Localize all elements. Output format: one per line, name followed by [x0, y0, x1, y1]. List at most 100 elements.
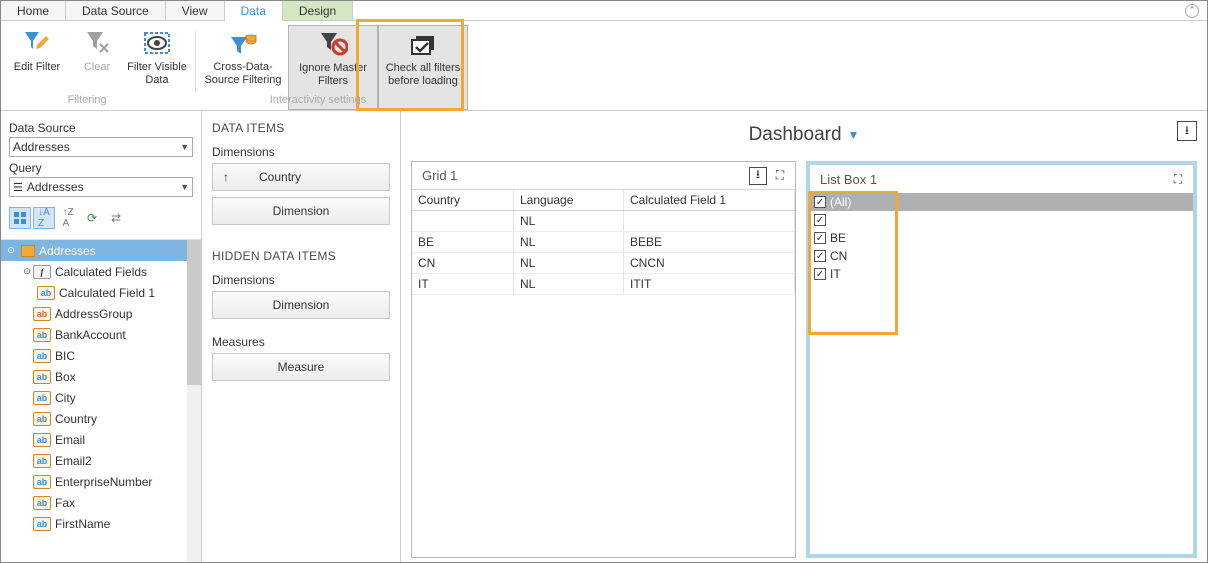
listbox-body: ✓(All) ✓ ✓ BE ✓CN ✓ IT [810, 193, 1193, 283]
tree-root-row[interactable]: ⊙ Addresses [1, 240, 201, 261]
tab-data-source[interactable]: Data Source [66, 1, 166, 20]
sort-za-button[interactable]: ↑ZA [57, 207, 79, 229]
query-select[interactable]: ☰Addresses ▼ [9, 177, 193, 197]
clear-label: Clear [84, 61, 110, 74]
hidden-data-items-heading: HIDDEN DATA ITEMS [212, 249, 390, 263]
maximize-button[interactable]: ⛶ [771, 167, 789, 185]
ab-icon: ab [33, 454, 51, 468]
cell: NL [514, 211, 624, 231]
check-all-label: Check all filters before loading [381, 62, 465, 88]
listbox-row[interactable]: ✓ BE [810, 229, 1193, 247]
tree-root-label: Addresses [39, 244, 96, 258]
ignore-master-label: Ignore Master Filters [291, 62, 375, 88]
sort-az-button[interactable]: ↓AZ [33, 207, 55, 229]
ribbon-body: Edit Filter Clear Filter Visible Data Cr… [1, 21, 1207, 111]
ab-icon: ab [33, 370, 51, 384]
grid-row[interactable]: NL [412, 211, 795, 232]
cross-ds-label: Cross-Data-Source Filtering [200, 61, 286, 87]
field-label: EnterpriseNumber [55, 475, 152, 489]
listbox-all-row[interactable]: ✓(All) [810, 193, 1193, 211]
funnel-db-icon [228, 27, 258, 59]
field-box[interactable]: ab Box [1, 366, 201, 387]
field-firstname[interactable]: abFirstName [1, 513, 201, 534]
col-language[interactable]: Language [514, 190, 624, 210]
checkbox-icon[interactable]: ✓ [814, 232, 826, 244]
listbox-item-label: IT [830, 267, 841, 281]
grid-row[interactable]: CNNLCNCN [412, 253, 795, 274]
listbox-row[interactable]: ✓CN [810, 247, 1193, 265]
cell: BE [412, 232, 514, 252]
field-city[interactable]: abCity [1, 387, 201, 408]
export-button[interactable]: ⭳ [749, 167, 767, 185]
field-label: Box [55, 370, 76, 384]
field-addressgroup[interactable]: abAddressGroup [1, 303, 201, 324]
maximize-button[interactable]: ⛶ [1169, 170, 1187, 188]
data-source-value: Addresses [13, 140, 70, 154]
checkbox-icon[interactable]: ✓ [814, 250, 826, 262]
funnel-pencil-icon [22, 27, 52, 59]
ab-icon: ab [33, 391, 51, 405]
grid-row[interactable]: BENLBEBE [412, 232, 795, 253]
calculated-fields-label: Calculated Fields [55, 265, 147, 279]
tab-view[interactable]: View [166, 1, 225, 20]
tab-data[interactable]: Data [225, 1, 283, 21]
checkbox-icon[interactable]: ✓ [814, 268, 826, 280]
sort-icon: ↑ [223, 170, 229, 184]
export-button[interactable]: ⭳ [1177, 121, 1197, 141]
swap-button[interactable]: ⇄ [105, 207, 127, 229]
field-fax[interactable]: abFax [1, 492, 201, 513]
field-label: FirstName [55, 517, 110, 531]
cell: ITIT [624, 274, 795, 294]
calculated-field-1[interactable]: ab Calculated Field 1 [1, 282, 201, 303]
dimensions-label: Dimensions [212, 145, 390, 159]
group-button[interactable] [9, 207, 31, 229]
col-country[interactable]: Country [412, 190, 514, 210]
col-calc-field[interactable]: Calculated Field 1 [624, 190, 795, 210]
refresh-button[interactable]: ⟳ [81, 207, 103, 229]
ab-icon: ab [33, 433, 51, 447]
calculated-fields-node[interactable]: ⊙ f Calculated Fields [1, 261, 201, 282]
ab-icon: ab [33, 349, 51, 363]
checkbox-icon[interactable]: ✓ [814, 196, 826, 208]
field-email2[interactable]: ab Email2 [1, 450, 201, 471]
cell: BEBE [624, 232, 795, 252]
collapse-ribbon-icon[interactable]: ⌃ [1185, 4, 1199, 18]
tab-home[interactable]: Home [1, 1, 66, 20]
grid-row[interactable]: ITNLITIT [412, 274, 795, 295]
check-stack-icon [408, 28, 438, 60]
data-source-label: Data Source [9, 121, 193, 135]
scroll-thumb[interactable] [187, 240, 201, 385]
dashboard-header: Dashboard ▼ ⭳ [411, 121, 1197, 149]
field-bankaccount[interactable]: abBankAccount [1, 324, 201, 345]
listbox-row[interactable]: ✓ IT [810, 265, 1193, 283]
field-label: Fax [55, 496, 75, 510]
listbox-widget[interactable]: List Box 1 ⛶ ✓(All) ✓ ✓BE ✓CN ✓IT [806, 161, 1197, 558]
measure-placeholder[interactable]: Measure [212, 353, 390, 381]
scrollbar[interactable] [187, 240, 201, 562]
grid-table: Country Language Calculated Field 1 NL B… [412, 190, 795, 295]
tab-design[interactable]: Design [283, 1, 353, 20]
listbox-row[interactable]: ✓ [810, 211, 1193, 229]
field-bic[interactable]: abBIC [1, 345, 201, 366]
field-country[interactable]: abCountry [1, 408, 201, 429]
cell: IT [412, 274, 514, 294]
grid-widget[interactable]: Grid 1 ⭳ ⛶ Country Language Calculated F… [411, 161, 796, 558]
dashboard-area: Dashboard ▼ ⭳ Grid 1 ⭳ ⛶ Country Languag… [401, 111, 1207, 562]
dimension-placeholder[interactable]: Dimension [212, 197, 390, 225]
listbox-item-label: BE [830, 231, 846, 245]
field-email[interactable]: abEmail [1, 429, 201, 450]
left-toolbar: ↓AZ ↑ZA ⟳ ⇄ [9, 207, 193, 233]
grid-title: Grid 1 [418, 168, 745, 183]
field-label: Email2 [55, 454, 92, 468]
funnel-forbid-icon [318, 28, 348, 60]
hidden-dimension-placeholder[interactable]: Dimension [212, 291, 390, 319]
data-items-panel: DATA ITEMS Dimensions ↑ Country Dimensio… [202, 111, 401, 562]
dimension-country[interactable]: ↑ Country [212, 163, 390, 191]
data-source-select[interactable]: Addresses ▼ [9, 137, 193, 157]
checkbox-icon[interactable]: ✓ [814, 214, 826, 226]
cell [412, 211, 514, 231]
query-label: Query [9, 161, 193, 175]
field-enterprisenumber[interactable]: abEnterpriseNumber [1, 471, 201, 492]
database-icon: ☰ [13, 181, 23, 194]
cell: NL [514, 253, 624, 273]
